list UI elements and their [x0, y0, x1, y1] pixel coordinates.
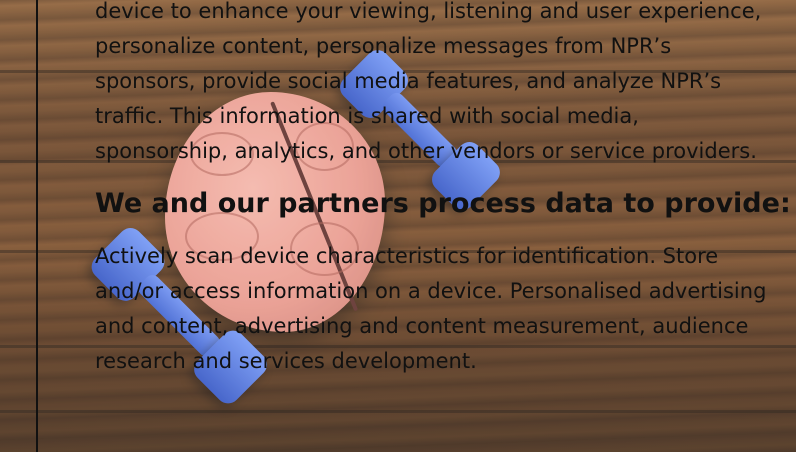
- consent-text-panel: device to enhance your viewing, listenin…: [95, 0, 796, 379]
- purposes-line: and content, advertising and content mea…: [95, 314, 749, 338]
- intro-line: traffic. This information is shared with…: [95, 104, 639, 128]
- purposes-line: and/or access information on a device. P…: [95, 279, 767, 303]
- purposes-heading: We and our partners process data to prov…: [95, 188, 791, 219]
- intro-line: sponsors, provide social media features,…: [95, 69, 722, 93]
- intro-line: device to enhance your viewing, listenin…: [95, 0, 762, 23]
- purposes-line: research and services development.: [95, 349, 477, 373]
- purposes-line: Actively scan device characteristics for…: [95, 244, 719, 268]
- intro-line: sponsorship, analytics, and other vendor…: [95, 139, 757, 163]
- intro-line: personalize content, personalize message…: [95, 34, 672, 58]
- left-divider: [36, 0, 38, 452]
